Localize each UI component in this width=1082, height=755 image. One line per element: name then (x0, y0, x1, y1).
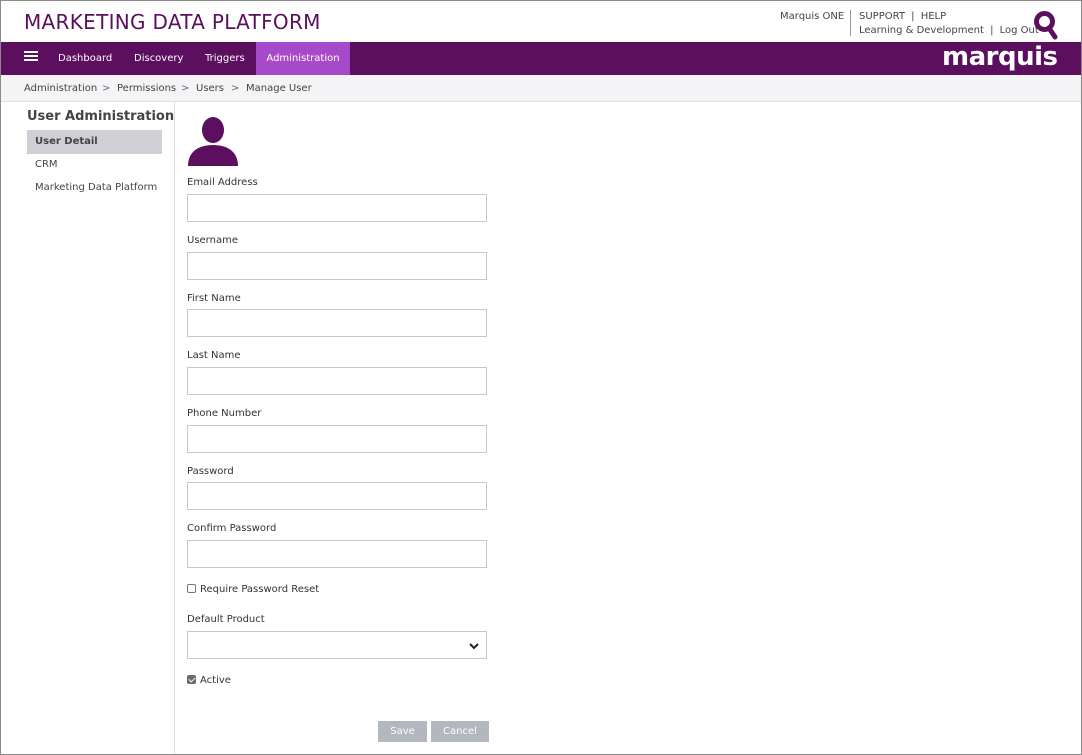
cancel-button[interactable]: Cancel (431, 721, 489, 742)
user-avatar-icon (188, 117, 238, 166)
sidebar-item-user-detail[interactable]: User Detail (27, 130, 162, 154)
active-row[interactable]: Active (187, 675, 231, 686)
last-name-label: Last Name (187, 350, 241, 361)
first-name-field[interactable] (187, 309, 487, 337)
username-field[interactable] (187, 252, 487, 280)
nav-discovery[interactable]: Discovery (134, 42, 183, 75)
password-field[interactable] (187, 482, 487, 510)
active-label: Active (200, 675, 231, 686)
link-separator: | (990, 25, 994, 36)
sidebar: User Administration User Detail CRM Mark… (1, 102, 175, 754)
app-window: MARKETING DATA PLATFORM Marquis ONE SUPP… (0, 0, 1082, 755)
breadcrumb-separator: > (181, 83, 190, 94)
nav-triggers[interactable]: Triggers (205, 42, 245, 75)
main-nav: Dashboard Discovery Triggers Administrat… (1, 42, 1081, 75)
breadcrumb-users[interactable]: Users (196, 83, 224, 94)
sidebar-title: User Administration (27, 109, 175, 124)
save-button[interactable]: Save (378, 721, 427, 742)
support-link[interactable]: SUPPORT (859, 11, 905, 22)
breadcrumb-permissions[interactable]: Permissions (117, 83, 176, 94)
require-reset-checkbox[interactable] (187, 584, 196, 593)
phone-label: Phone Number (187, 408, 262, 419)
sidebar-item-marketing-data-platform[interactable]: Marketing Data Platform (27, 176, 162, 200)
search-icon[interactable] (1033, 10, 1059, 40)
chevron-down-icon (469, 643, 479, 650)
confirm-password-field[interactable] (187, 540, 487, 568)
nav-dashboard[interactable]: Dashboard (58, 42, 112, 75)
email-label: Email Address (187, 177, 258, 188)
password-label: Password (187, 466, 234, 477)
last-name-field[interactable] (187, 367, 487, 395)
first-name-label: First Name (187, 293, 241, 304)
top-header: MARKETING DATA PLATFORM Marquis ONE SUPP… (1, 1, 1081, 42)
help-link[interactable]: HELP (921, 11, 946, 22)
learning-development-link[interactable]: Learning & Development (859, 25, 984, 36)
breadcrumb: Administration > Permissions > Users > M… (1, 75, 1081, 102)
link-separator: | (911, 11, 915, 22)
default-product-select[interactable] (187, 631, 487, 659)
breadcrumb-manage-user: Manage User (246, 83, 312, 94)
default-product-label: Default Product (187, 614, 265, 625)
require-reset-label: Require Password Reset (200, 584, 320, 595)
sidebar-item-crm[interactable]: CRM (27, 153, 162, 177)
hamburger-menu-icon[interactable] (24, 51, 38, 65)
marquis-logo: marquis (942, 42, 1058, 72)
app-title: MARKETING DATA PLATFORM (24, 10, 321, 34)
learning-logout-links: Learning & Development | Log Out (859, 25, 1039, 36)
nav-administration[interactable]: Administration (256, 42, 350, 75)
active-checkbox[interactable] (187, 675, 196, 684)
breadcrumb-administration[interactable]: Administration (24, 83, 97, 94)
require-reset-row[interactable]: Require Password Reset (187, 584, 319, 595)
confirm-password-label: Confirm Password (187, 523, 277, 534)
header-divider (850, 10, 851, 36)
phone-field[interactable] (187, 425, 487, 453)
support-help-links: SUPPORT | HELP (859, 11, 946, 22)
email-field[interactable] (187, 194, 487, 222)
breadcrumb-separator: > (102, 83, 111, 94)
username-label: Username (187, 235, 238, 246)
breadcrumb-separator: > (231, 83, 240, 94)
marquis-one-link[interactable]: Marquis ONE (780, 11, 844, 22)
